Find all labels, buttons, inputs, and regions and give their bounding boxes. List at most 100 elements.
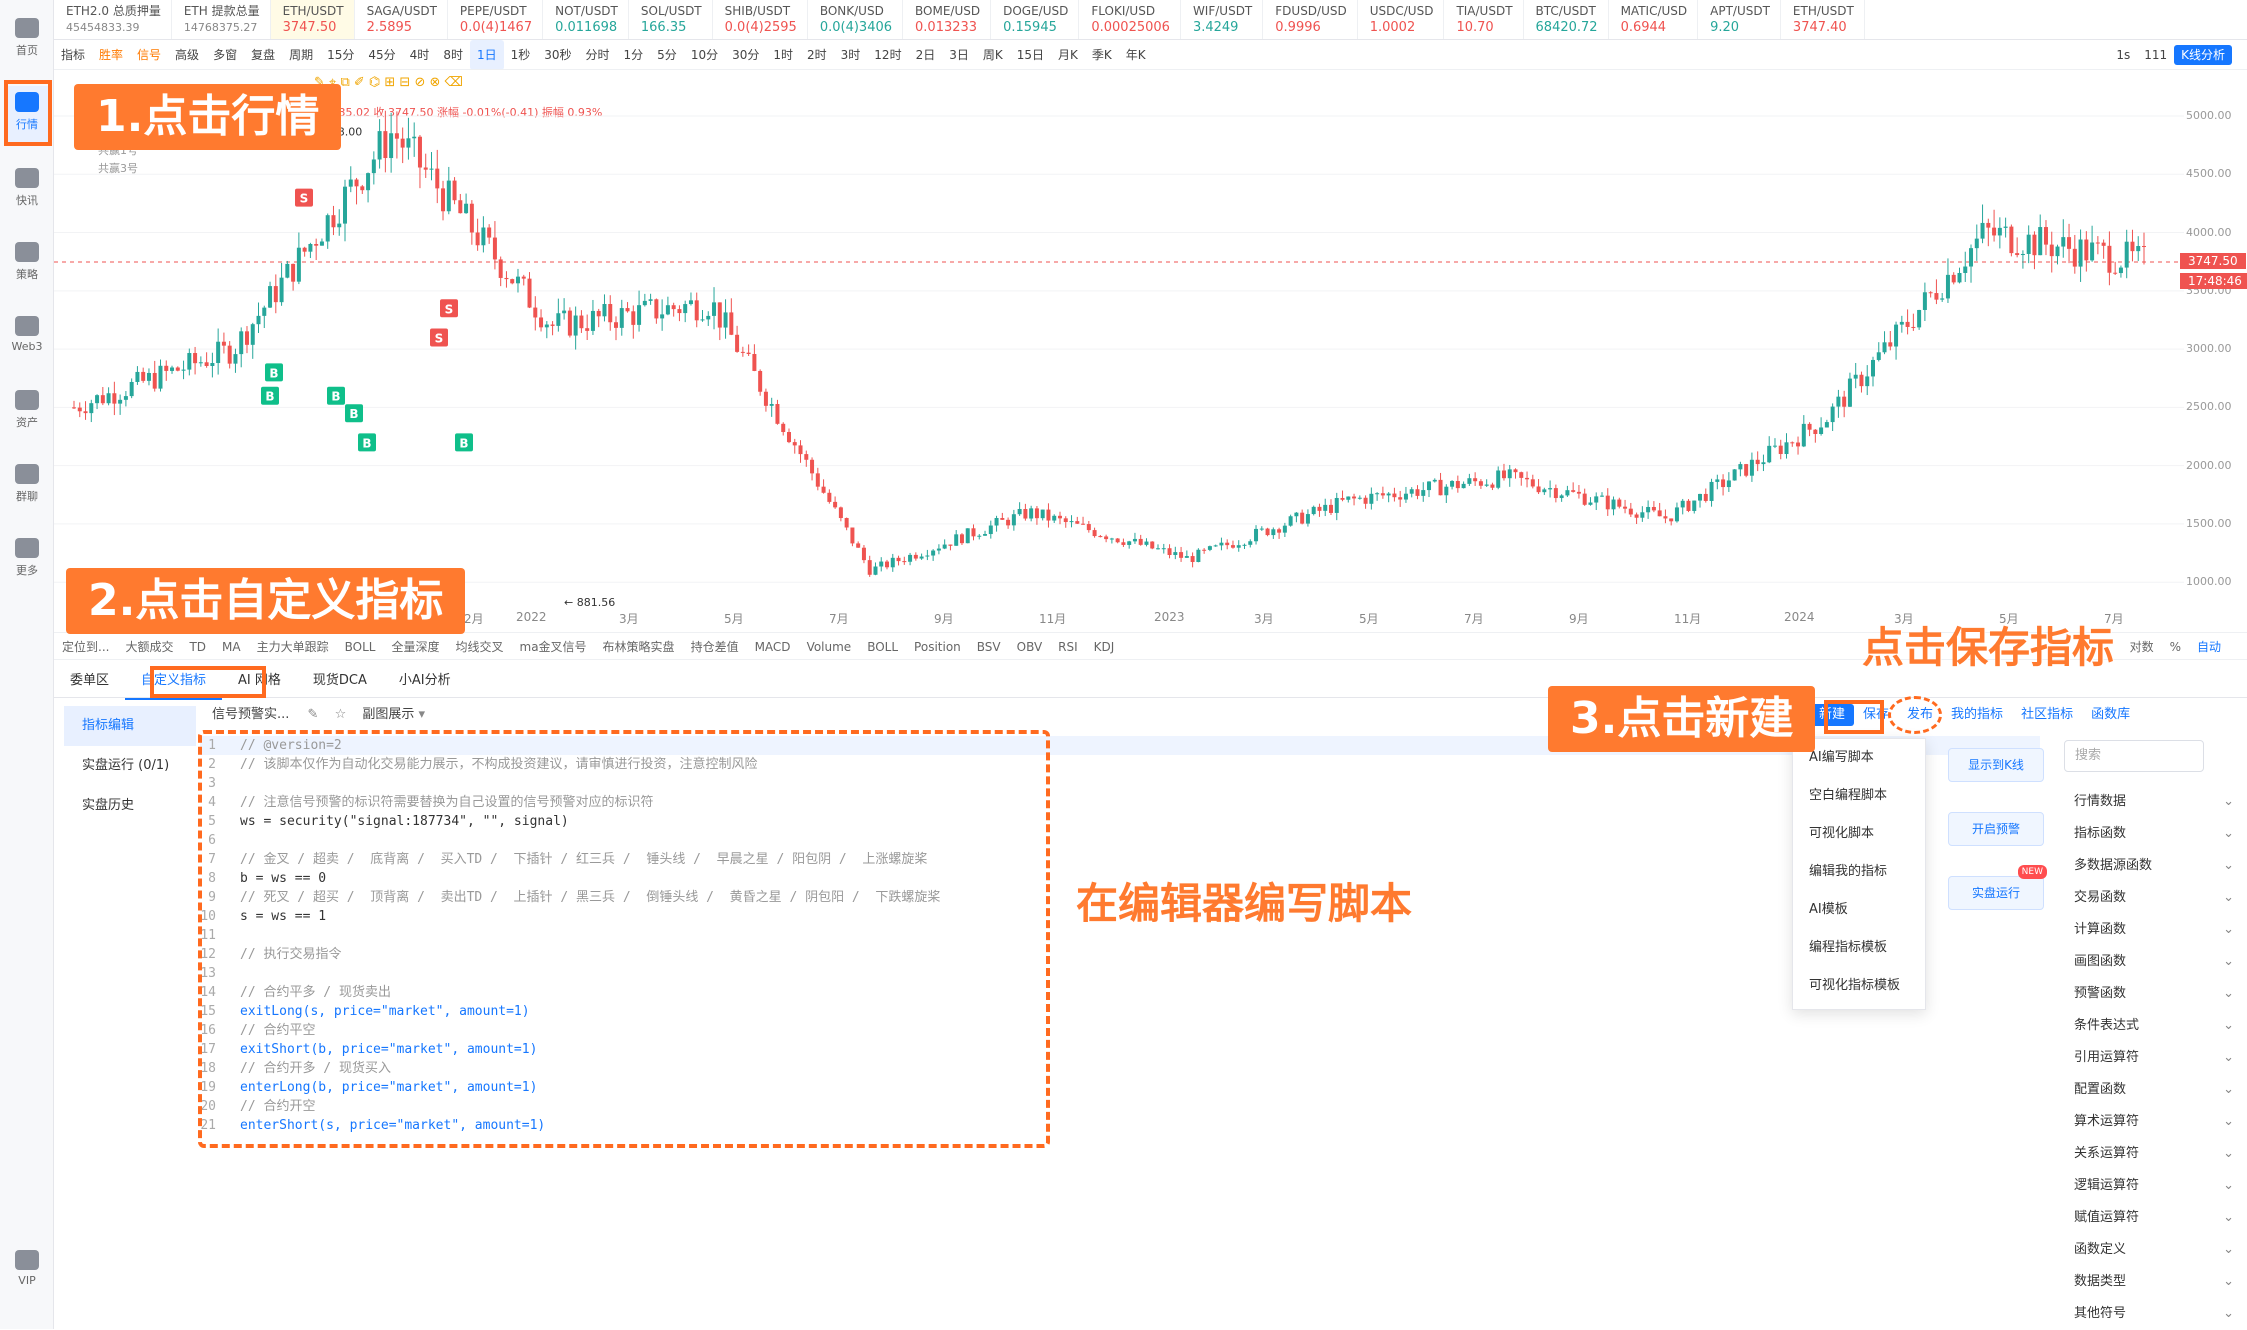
toolbar-item[interactable]: 30秒 [537, 40, 578, 69]
ticker-item[interactable]: ETH/USDT 3747.40 [1781, 0, 1865, 39]
indicator-chip[interactable]: BSV [969, 633, 1009, 659]
indicator-chip[interactable]: ma金叉信号 [512, 633, 595, 659]
sidebar-item-4[interactable]: Web3 [4, 310, 50, 368]
action-button-2[interactable]: 实盘运行 NEW [1948, 865, 2047, 910]
axis-mode-toggle[interactable]: 自动 [2189, 633, 2229, 659]
action-3[interactable]: 我的指标 [1942, 700, 2012, 730]
function-category[interactable]: 条件表达式 [2064, 1010, 2244, 1042]
function-category[interactable]: 预警函数 [2064, 978, 2244, 1010]
toolbar-item[interactable]: 1时 [766, 40, 800, 69]
toolbar-item[interactable]: 8时 [436, 40, 470, 69]
toolbar-item[interactable]: 信号 [130, 40, 168, 69]
new-menu-item[interactable]: 可视化指标模板 [1793, 967, 1925, 1005]
function-category[interactable]: 逻辑运算符 [2064, 1170, 2244, 1202]
function-category[interactable]: 画图函数 [2064, 946, 2244, 978]
tab-4[interactable]: 小AI分析 [383, 664, 467, 698]
indicator-chip[interactable]: BOLL [337, 633, 384, 659]
function-category[interactable]: 计算函数 [2064, 914, 2244, 946]
action-4[interactable]: 社区指标 [2012, 700, 2082, 730]
toolbar-item[interactable]: 月K [1051, 40, 1085, 69]
toolbar-item[interactable]: 5分 [650, 40, 684, 69]
ticker-item[interactable]: FDUSD/USD 0.9996 [1263, 0, 1358, 39]
ticker-item[interactable]: WIF/USDT 3.4249 [1181, 0, 1264, 39]
ticker-item[interactable]: FLOKI/USD 0.00025006 [1079, 0, 1181, 39]
toolbar-right-item[interactable]: 1s [2109, 40, 2137, 69]
toolbar-item[interactable]: 3日 [942, 40, 976, 69]
function-category[interactable]: 行情数据 [2064, 786, 2244, 818]
sidebar-item-3[interactable]: 策略 [4, 236, 50, 294]
ticker-item[interactable]: BOME/USD 0.013233 [903, 0, 992, 39]
toolbar-item[interactable]: 1分 [617, 40, 651, 69]
left-panel-item[interactable]: 指标编辑 [64, 706, 196, 746]
indicator-chip[interactable]: 均线交叉 [447, 633, 511, 659]
toolbar-item[interactable]: 周K [976, 40, 1010, 69]
indicator-chip[interactable]: 布林策略实盘 [595, 633, 683, 659]
ticker-item[interactable]: BONK/USD 0.0(4)3406 [808, 0, 904, 39]
toolbar-item[interactable]: 复盘 [244, 40, 282, 69]
toolbar-item[interactable]: 2时 [800, 40, 834, 69]
toolbar-item[interactable]: 30分 [725, 40, 766, 69]
ticker-item[interactable]: DOGE/USD 0.15945 [991, 0, 1080, 39]
function-category[interactable]: 多数据源函数 [2064, 850, 2244, 882]
function-search-input[interactable]: 搜索 [2064, 740, 2204, 772]
sidebar-item-8[interactable]: VIP [4, 1244, 50, 1302]
toolbar-item[interactable]: 1秒 [504, 40, 538, 69]
ticker-item[interactable]: USDC/USD 1.0002 [1358, 0, 1445, 39]
indicator-chip[interactable]: MA [214, 633, 249, 659]
toolbar-item[interactable]: 年K [1119, 40, 1153, 69]
toolbar-item[interactable]: 1日 [469, 40, 504, 69]
star-icon[interactable]: ☆ [335, 707, 347, 722]
function-category[interactable]: 关系运算符 [2064, 1138, 2244, 1170]
function-category[interactable]: 指标函数 [2064, 818, 2244, 850]
price-chart[interactable]: SSSBBBBBB← 4868.00← 881.56 [54, 96, 2184, 616]
ticker-item[interactable]: SAGA/USDT 2.5895 [355, 0, 448, 39]
indicator-chip[interactable]: RSI [1050, 633, 1086, 659]
indicator-chip[interactable]: Volume [799, 633, 860, 659]
toolbar-item[interactable]: 周期 [282, 40, 320, 69]
toolbar-item[interactable]: 2日 [909, 40, 943, 69]
ticker-item[interactable]: ETH/USDT 3747.50 [270, 0, 355, 39]
indicator-chip[interactable]: BOLL [859, 633, 906, 659]
function-category[interactable]: 函数定义 [2064, 1234, 2244, 1266]
toolbar-item[interactable]: 45分 [361, 40, 402, 69]
indicator-name[interactable]: 信号预警实... [212, 700, 289, 730]
new-menu-item[interactable]: 空白编程脚本 [1793, 777, 1925, 815]
indicator-chip[interactable]: 定位到... [54, 633, 117, 659]
function-category[interactable]: 配置函数 [2064, 1074, 2244, 1106]
ticker-item[interactable]: SHIB/USDT 0.0(4)2595 [713, 0, 808, 39]
new-menu-item[interactable]: 编程指标模板 [1793, 929, 1925, 967]
view-mode-select[interactable]: 副图展示 [362, 707, 414, 722]
toolbar-item[interactable]: 分时 [579, 40, 617, 69]
indicator-chip[interactable]: MACD [747, 633, 799, 659]
indicator-chip[interactable]: TD [181, 633, 214, 659]
left-panel-item[interactable]: 实盘运行 (0/1) [64, 746, 196, 786]
action-5[interactable]: 函数库 [2082, 700, 2139, 730]
tab-3[interactable]: 现货DCA [297, 664, 383, 698]
toolbar-item[interactable]: 12时 [867, 40, 908, 69]
ticker-item[interactable]: ETH 提款总量 14768375.27 [172, 0, 271, 39]
indicator-chip[interactable]: 持仓差值 [683, 633, 747, 659]
new-menu-item[interactable]: 编辑我的指标 [1793, 853, 1925, 891]
indicator-chip[interactable]: Position [906, 633, 969, 659]
indicator-chip[interactable]: 主力大单跟踪 [249, 633, 337, 659]
sidebar-item-0[interactable]: 首页 [4, 12, 50, 70]
indicator-chip[interactable]: KDJ [1086, 633, 1123, 659]
axis-mode-toggle[interactable]: % [2162, 633, 2189, 659]
ticker-item[interactable]: NOT/USDT 0.011698 [543, 0, 629, 39]
sidebar-item-5[interactable]: 资产 [4, 384, 50, 442]
new-menu-item[interactable]: AI模板 [1793, 891, 1925, 929]
edit-icon[interactable]: ✎ [308, 707, 319, 722]
function-category[interactable]: 交易函数 [2064, 882, 2244, 914]
tab-0[interactable]: 委单区 [54, 664, 125, 698]
ticker-item[interactable]: BTC/USDT 68420.72 [1524, 0, 1609, 39]
function-category[interactable]: 算术运算符 [2064, 1106, 2244, 1138]
toolbar-item[interactable]: 胜率 [92, 40, 130, 69]
toolbar-item[interactable]: 15分 [320, 40, 361, 69]
ticker-item[interactable]: PEPE/USDT 0.0(4)1467 [448, 0, 544, 39]
toolbar-item[interactable]: 10分 [684, 40, 725, 69]
ticker-item[interactable]: MATIC/USD 0.6944 [1609, 0, 1699, 39]
function-category[interactable]: 引用运算符 [2064, 1042, 2244, 1074]
function-category[interactable]: 其他符号 [2064, 1298, 2244, 1330]
indicator-chip[interactable]: OBV [1009, 633, 1051, 659]
toolbar-item[interactable]: 15日 [1010, 40, 1051, 69]
